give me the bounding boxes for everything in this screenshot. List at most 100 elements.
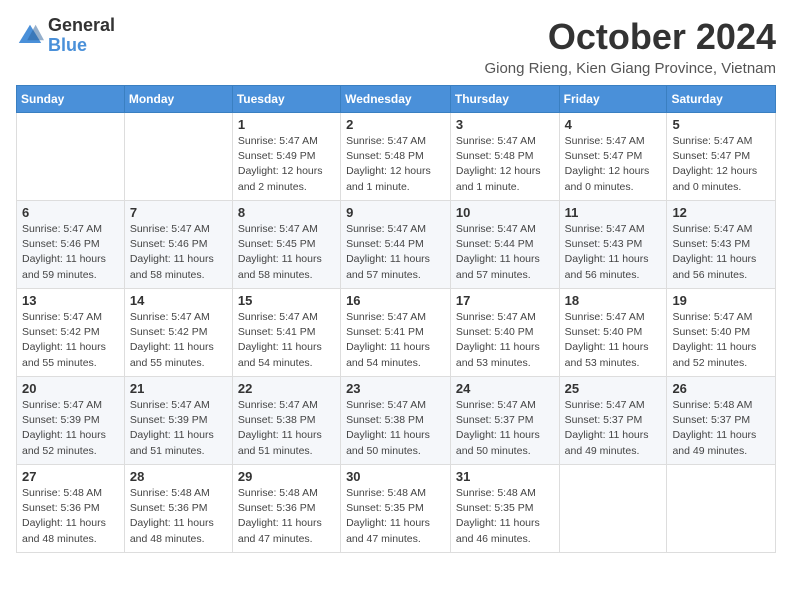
calendar-cell: 11 Sunrise: 5:47 AM Sunset: 5:43 PM Dayli… [559,201,667,289]
day-info: Sunrise: 5:47 AM Sunset: 5:41 PM Dayligh… [346,310,445,371]
day-info: Sunrise: 5:47 AM Sunset: 5:49 PM Dayligh… [238,134,335,195]
day-number: 26 [672,381,770,396]
day-number: 5 [672,117,770,132]
day-number: 31 [456,469,554,484]
day-info: Sunrise: 5:47 AM Sunset: 5:39 PM Dayligh… [130,398,227,459]
calendar-body: 1 Sunrise: 5:47 AM Sunset: 5:49 PM Daylig… [17,113,776,553]
day-number: 29 [238,469,335,484]
calendar-cell: 23 Sunrise: 5:47 AM Sunset: 5:38 PM Dayli… [341,377,451,465]
day-info: Sunrise: 5:47 AM Sunset: 5:45 PM Dayligh… [238,222,335,283]
calendar-week-row: 6Sunrise: 5:47 AM Sunset: 5:46 PM Daylig… [17,201,776,289]
calendar-cell: 16 Sunrise: 5:47 AM Sunset: 5:41 PM Dayli… [341,289,451,377]
day-info: Sunrise: 5:47 AM Sunset: 5:40 PM Dayligh… [565,310,662,371]
day-info: Sunrise: 5:47 AM Sunset: 5:37 PM Dayligh… [456,398,554,459]
day-info: Sunrise: 5:47 AM Sunset: 5:38 PM Dayligh… [346,398,445,459]
calendar-cell: 26Sunrise: 5:48 AM Sunset: 5:37 PM Dayli… [667,377,776,465]
calendar-cell: 1 Sunrise: 5:47 AM Sunset: 5:49 PM Daylig… [232,113,340,201]
day-number: 23 [346,381,445,396]
calendar-cell: 28 Sunrise: 5:48 AM Sunset: 5:36 PM Dayli… [124,465,232,553]
day-number: 11 [565,205,662,220]
day-number: 18 [565,293,662,308]
day-number: 10 [456,205,554,220]
day-number: 19 [672,293,770,308]
day-info: Sunrise: 5:48 AM Sunset: 5:36 PM Dayligh… [238,486,335,547]
calendar-cell: 25 Sunrise: 5:47 AM Sunset: 5:37 PM Dayli… [559,377,667,465]
calendar-week-row: 1 Sunrise: 5:47 AM Sunset: 5:49 PM Daylig… [17,113,776,201]
calendar-week-row: 27 Sunrise: 5:48 AM Sunset: 5:36 PM Dayli… [17,465,776,553]
day-number: 4 [565,117,662,132]
weekday-header: Sunday [17,86,125,113]
day-info: Sunrise: 5:47 AM Sunset: 5:48 PM Dayligh… [456,134,554,195]
day-number: 1 [238,117,335,132]
calendar-cell: 5 Sunrise: 5:47 AM Sunset: 5:47 PM Daylig… [667,113,776,201]
calendar-cell: 13 Sunrise: 5:47 AM Sunset: 5:42 PM Dayli… [17,289,125,377]
day-number: 9 [346,205,445,220]
calendar-cell: 22Sunrise: 5:47 AM Sunset: 5:38 PM Dayli… [232,377,340,465]
weekday-row: SundayMondayTuesdayWednesdayThursdayFrid… [17,86,776,113]
calendar-cell [124,113,232,201]
day-number: 30 [346,469,445,484]
calendar-cell: 24 Sunrise: 5:47 AM Sunset: 5:37 PM Dayli… [450,377,559,465]
calendar-table: SundayMondayTuesdayWednesdayThursdayFrid… [16,85,776,553]
weekday-header: Friday [559,86,667,113]
calendar-week-row: 20 Sunrise: 5:47 AM Sunset: 5:39 PM Dayli… [17,377,776,465]
month-title: October 2024 [484,16,776,58]
day-number: 22 [238,381,335,396]
day-info: Sunrise: 5:47 AM Sunset: 5:46 PM Dayligh… [22,222,119,283]
calendar-cell: 14Sunrise: 5:47 AM Sunset: 5:42 PM Dayli… [124,289,232,377]
weekday-header: Saturday [667,86,776,113]
day-info: Sunrise: 5:47 AM Sunset: 5:44 PM Dayligh… [456,222,554,283]
day-number: 24 [456,381,554,396]
logo-general: General [48,16,115,36]
calendar-cell: 4 Sunrise: 5:47 AM Sunset: 5:47 PM Daylig… [559,113,667,201]
calendar-cell: 29 Sunrise: 5:48 AM Sunset: 5:36 PM Dayli… [232,465,340,553]
day-info: Sunrise: 5:47 AM Sunset: 5:47 PM Dayligh… [565,134,662,195]
day-number: 28 [130,469,227,484]
day-info: Sunrise: 5:47 AM Sunset: 5:40 PM Dayligh… [456,310,554,371]
day-number: 16 [346,293,445,308]
calendar-cell: 31 Sunrise: 5:48 AM Sunset: 5:35 PM Dayli… [450,465,559,553]
day-info: Sunrise: 5:47 AM Sunset: 5:43 PM Dayligh… [672,222,770,283]
day-number: 7 [130,205,227,220]
day-info: Sunrise: 5:47 AM Sunset: 5:47 PM Dayligh… [672,134,770,195]
title-block: October 2024 Giong Rieng, Kien Giang Pro… [484,16,776,77]
calendar-cell: 10 Sunrise: 5:47 AM Sunset: 5:44 PM Dayli… [450,201,559,289]
logo-blue: Blue [48,36,115,56]
day-number: 17 [456,293,554,308]
day-info: Sunrise: 5:47 AM Sunset: 5:48 PM Dayligh… [346,134,445,195]
day-number: 13 [22,293,119,308]
calendar-cell: 21Sunrise: 5:47 AM Sunset: 5:39 PM Dayli… [124,377,232,465]
calendar-cell [559,465,667,553]
calendar-cell: 20Sunrise: 5:47 AM Sunset: 5:39 PM Dayli… [17,377,125,465]
calendar-cell: 15Sunrise: 5:47 AM Sunset: 5:41 PM Dayli… [232,289,340,377]
day-number: 25 [565,381,662,396]
day-info: Sunrise: 5:48 AM Sunset: 5:35 PM Dayligh… [456,486,554,547]
calendar-week-row: 13 Sunrise: 5:47 AM Sunset: 5:42 PM Dayli… [17,289,776,377]
day-info: Sunrise: 5:47 AM Sunset: 5:41 PM Dayligh… [238,310,335,371]
calendar-cell: 17 Sunrise: 5:47 AM Sunset: 5:40 PM Dayli… [450,289,559,377]
day-number: 3 [456,117,554,132]
day-number: 12 [672,205,770,220]
day-number: 20 [22,381,119,396]
weekday-header: Wednesday [341,86,451,113]
calendar-cell: 18 Sunrise: 5:47 AM Sunset: 5:40 PM Dayli… [559,289,667,377]
day-info: Sunrise: 5:47 AM Sunset: 5:37 PM Dayligh… [565,398,662,459]
calendar-cell: 19Sunrise: 5:47 AM Sunset: 5:40 PM Dayli… [667,289,776,377]
day-info: Sunrise: 5:47 AM Sunset: 5:46 PM Dayligh… [130,222,227,283]
logo-icon [16,22,44,50]
day-info: Sunrise: 5:48 AM Sunset: 5:36 PM Dayligh… [130,486,227,547]
calendar-cell: 30Sunrise: 5:48 AM Sunset: 5:35 PM Dayli… [341,465,451,553]
day-info: Sunrise: 5:47 AM Sunset: 5:44 PM Dayligh… [346,222,445,283]
day-number: 27 [22,469,119,484]
calendar-cell: 2 Sunrise: 5:47 AM Sunset: 5:48 PM Daylig… [341,113,451,201]
calendar-cell: 3 Sunrise: 5:47 AM Sunset: 5:48 PM Daylig… [450,113,559,201]
day-number: 2 [346,117,445,132]
day-info: Sunrise: 5:47 AM Sunset: 5:43 PM Dayligh… [565,222,662,283]
day-info: Sunrise: 5:47 AM Sunset: 5:42 PM Dayligh… [22,310,119,371]
page-header: General Blue October 2024 Giong Rieng, K… [16,16,776,77]
day-info: Sunrise: 5:48 AM Sunset: 5:36 PM Dayligh… [22,486,119,547]
calendar-cell: 12 Sunrise: 5:47 AM Sunset: 5:43 PM Dayli… [667,201,776,289]
logo: General Blue [16,16,115,56]
calendar-cell: 7 Sunrise: 5:47 AM Sunset: 5:46 PM Daylig… [124,201,232,289]
calendar-cell: 9 Sunrise: 5:47 AM Sunset: 5:44 PM Daylig… [341,201,451,289]
